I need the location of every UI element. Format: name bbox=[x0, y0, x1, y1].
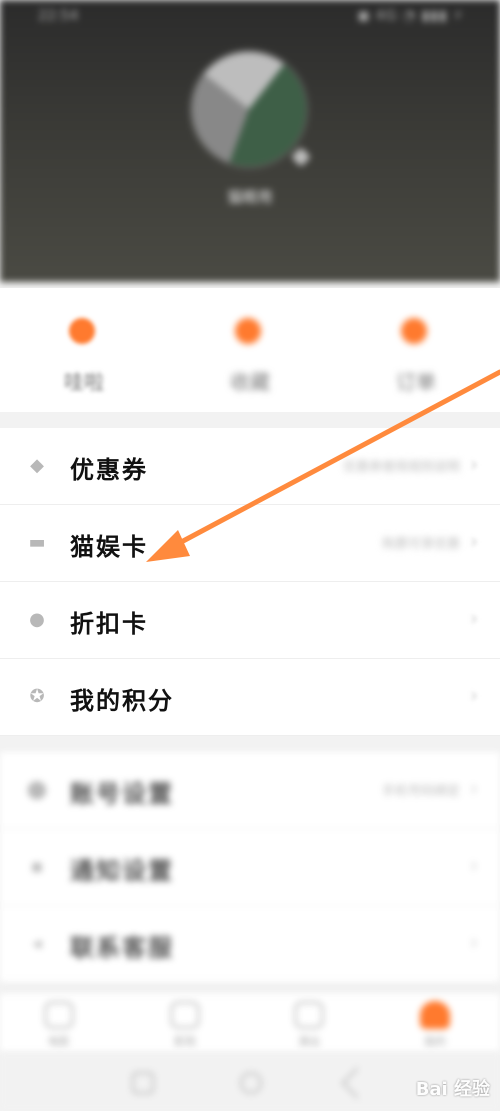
watermark: Bai 经验 bbox=[415, 1079, 490, 1100]
arrow-shaft bbox=[167, 369, 500, 551]
annotation-arrow bbox=[146, 369, 500, 562]
arrow-head bbox=[146, 530, 190, 562]
